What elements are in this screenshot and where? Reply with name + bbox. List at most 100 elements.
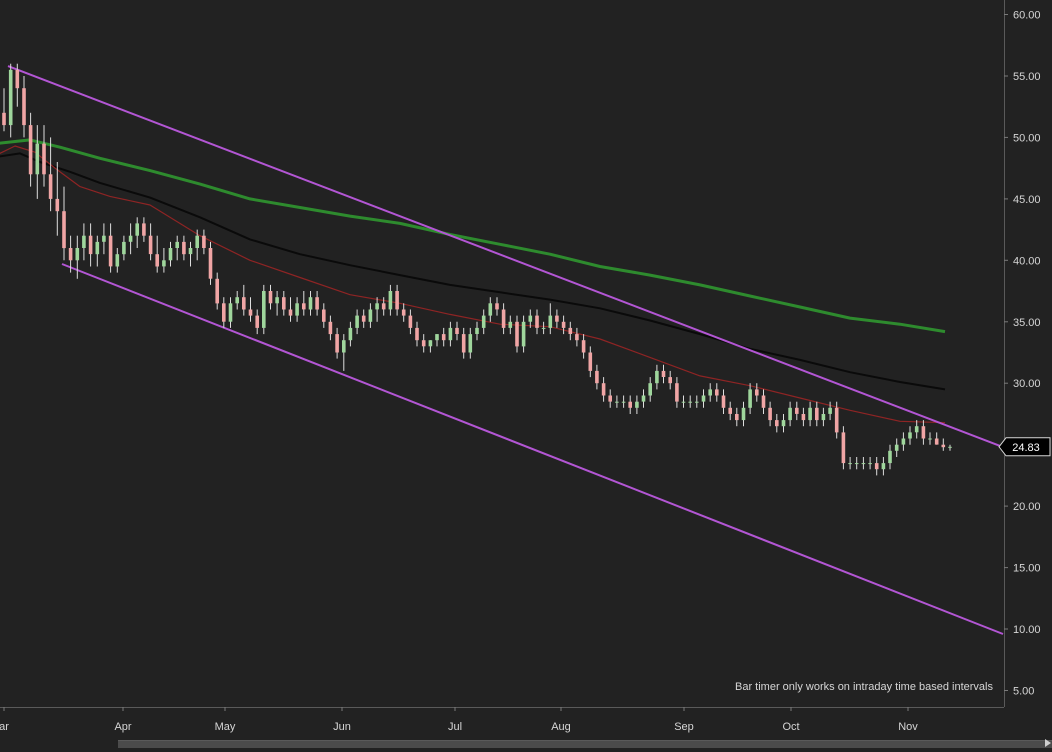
candle-body	[655, 370, 659, 384]
candle-body	[155, 254, 159, 267]
candle-body	[375, 303, 379, 310]
candle-body	[741, 407, 746, 421]
price-tick-label: 55.00	[1013, 71, 1041, 83]
candle-body	[295, 303, 299, 316]
candle-body	[322, 309, 326, 322]
candle-body	[368, 309, 373, 322]
time-tick-label: Oct	[782, 721, 799, 733]
candle-body	[941, 444, 946, 448]
candle-body	[135, 223, 139, 236]
time-tick-label: ar	[0, 721, 9, 733]
candle-body	[475, 327, 479, 334]
time-tick-label: Sep	[674, 721, 694, 733]
candle-body	[608, 395, 612, 402]
candle-body	[428, 340, 433, 347]
candle-body	[15, 69, 20, 89]
candle-body	[568, 327, 573, 334]
candle-body	[934, 438, 939, 445]
candle-body	[328, 321, 333, 335]
price-tick-label: 60.00	[1013, 10, 1041, 22]
candle-body	[2, 112, 6, 126]
time-tick-label: May	[215, 721, 236, 733]
candle-body	[455, 327, 459, 334]
candle[interactable]	[262, 284, 266, 335]
candle-body	[861, 463, 866, 465]
chart-area[interactable]: 60.0055.0050.0045.0040.0035.0030.0025.00…	[0, 0, 1052, 747]
candle-body	[748, 389, 752, 408]
candle-body	[415, 327, 419, 341]
candle-body	[388, 291, 393, 310]
candle-body	[708, 389, 712, 396]
candle-body	[108, 235, 113, 267]
candle-body	[228, 303, 233, 322]
candle-body	[348, 327, 353, 341]
candle-body	[628, 401, 632, 408]
candle-body	[821, 414, 826, 421]
candle-body	[881, 463, 886, 470]
candle-body	[195, 235, 199, 248]
candle-body	[501, 309, 506, 328]
candle-body	[728, 407, 732, 414]
candle-body	[548, 315, 553, 328]
last-price-label: 24.83	[1012, 442, 1040, 454]
candle-body	[35, 143, 40, 175]
candle-body	[588, 352, 593, 371]
time-tick-label: Jun	[333, 721, 351, 733]
candle-body	[248, 309, 253, 316]
time-tick-label: Nov	[898, 721, 918, 733]
candle-body	[208, 248, 213, 279]
candle-body	[168, 248, 173, 261]
candle-body	[421, 340, 426, 347]
price-tick-label: 15.00	[1013, 563, 1041, 575]
candle-body	[621, 401, 626, 403]
candle-body	[202, 235, 206, 248]
candle-body	[648, 383, 652, 396]
candle-body	[88, 235, 93, 255]
price-chart[interactable]: 60.0055.0050.0045.0040.0035.0030.0025.00…	[0, 0, 1052, 747]
candle-body	[828, 407, 832, 414]
candle[interactable]	[208, 241, 213, 285]
candle-body	[695, 401, 699, 403]
candle-body	[755, 389, 759, 396]
candle-body	[781, 420, 786, 427]
price-tick-label: 20.00	[1013, 501, 1041, 513]
candle-body	[908, 432, 912, 439]
candle-body	[848, 463, 852, 465]
candle-body	[62, 211, 66, 249]
candle-body	[282, 297, 286, 310]
price-tick-label: 30.00	[1013, 378, 1041, 390]
candle-body	[42, 143, 46, 175]
candle-body	[355, 315, 359, 328]
time-tick-label: Jul	[448, 721, 462, 733]
candle-body	[342, 340, 346, 353]
candle-body	[721, 395, 726, 408]
candle-body	[595, 370, 599, 384]
price-tick-label: 35.00	[1013, 317, 1041, 329]
scroll-right-arrow-icon[interactable]	[1045, 739, 1051, 747]
candle-body	[242, 297, 246, 310]
candle-body	[481, 315, 486, 328]
candle-body	[288, 309, 293, 316]
candle-body	[888, 450, 892, 464]
candle-body	[701, 395, 706, 402]
candle-body	[435, 334, 439, 341]
candle-body	[275, 297, 279, 304]
candle-body	[222, 303, 226, 322]
price-tick-label: 45.00	[1013, 194, 1041, 206]
candle-body	[395, 291, 399, 310]
candle-body	[601, 383, 606, 396]
candle-body	[581, 340, 586, 353]
candle-body	[255, 315, 259, 328]
candle-body	[235, 297, 239, 304]
candle-body	[302, 303, 306, 310]
candle-body	[641, 395, 646, 402]
candle-body	[308, 297, 313, 310]
candle[interactable]	[841, 426, 846, 470]
candle-body	[874, 463, 879, 470]
candle-body	[262, 291, 266, 328]
price-tick-label: 50.00	[1013, 132, 1041, 144]
candle-body	[815, 407, 819, 421]
bar-timer-note: Bar timer only works on intraday time ba…	[735, 681, 993, 693]
candle-body	[401, 309, 406, 316]
candle-body	[215, 278, 219, 304]
